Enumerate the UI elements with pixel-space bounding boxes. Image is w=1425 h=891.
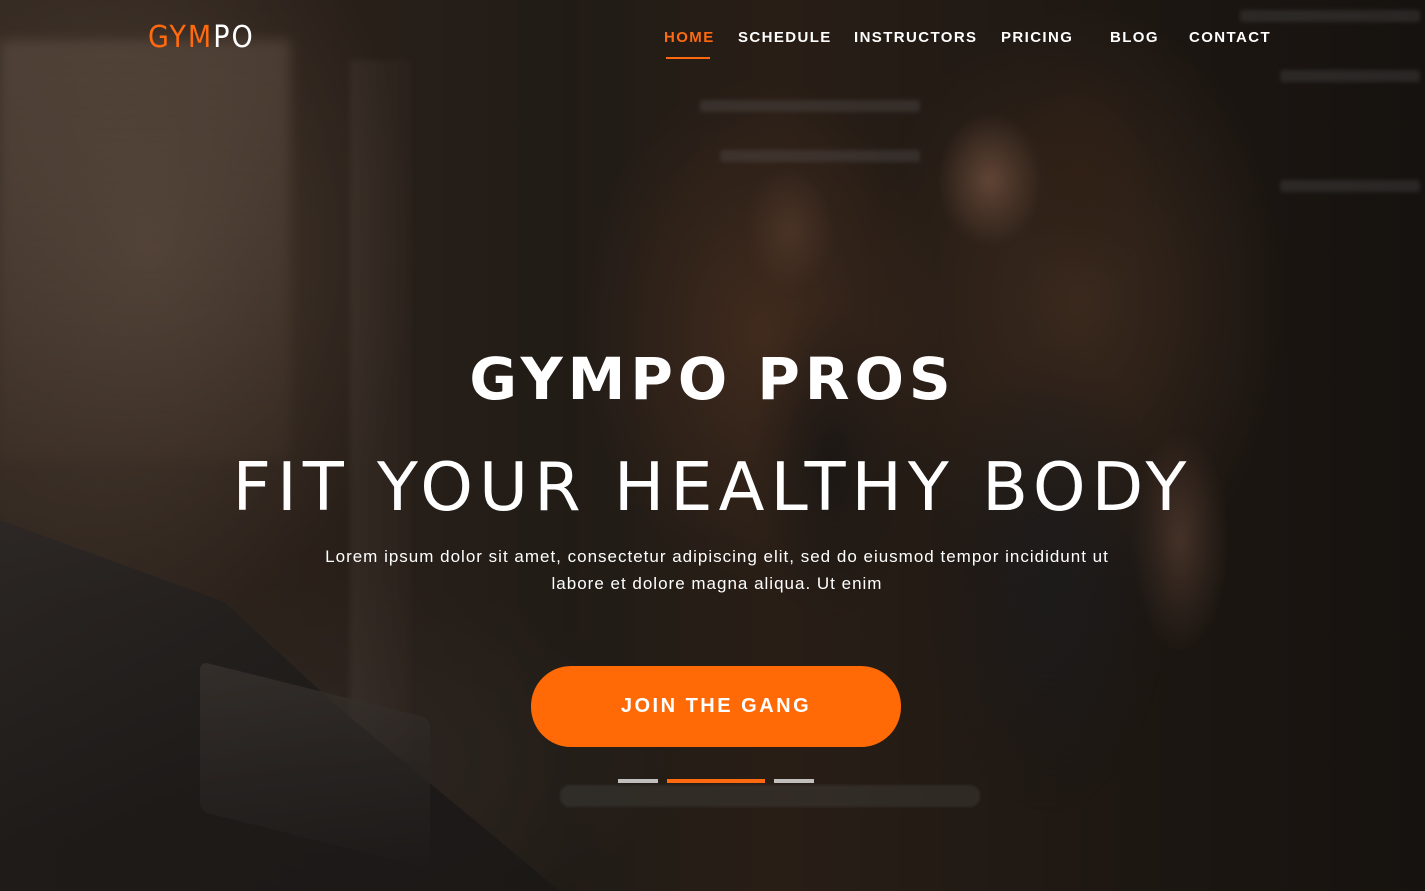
hero-subtitle: FIT YOUR HEALTHY BODY xyxy=(232,448,1193,526)
hero-title: GYMPO PROS xyxy=(469,345,956,413)
slider-dot-2-active[interactable] xyxy=(667,779,765,783)
cta-label: JOIN THE GANG xyxy=(620,695,812,717)
hero-content: GYMPO PROS FIT YOUR HEALTHY BODY Lorem i… xyxy=(0,0,1425,891)
hero-description: Lorem ipsum dolor sit amet, consectetur … xyxy=(325,547,1109,593)
join-the-gang-button[interactable]: JOIN THE GANG xyxy=(531,666,901,747)
slider-dot-3[interactable] xyxy=(774,779,814,783)
slider-dot-1[interactable] xyxy=(618,779,658,783)
